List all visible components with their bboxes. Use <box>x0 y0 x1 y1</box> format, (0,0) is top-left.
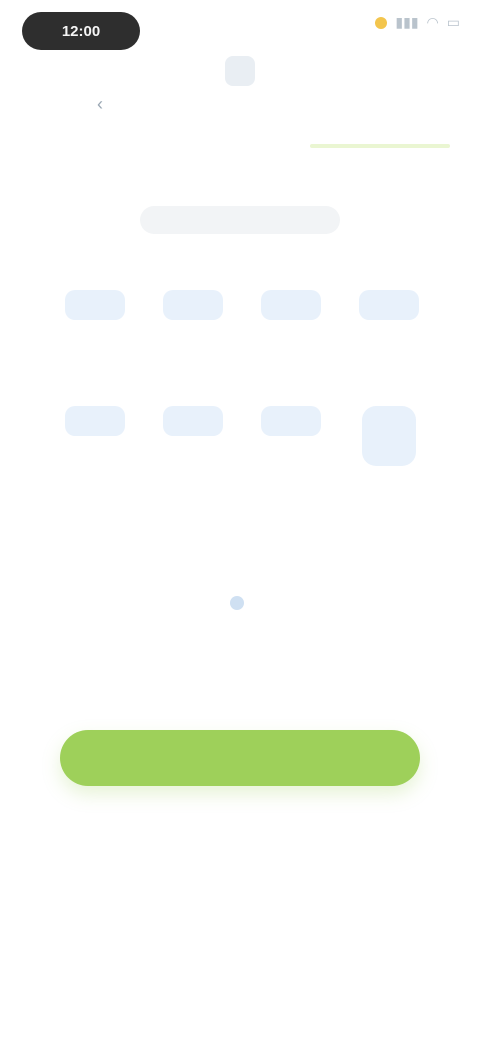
option-card[interactable] <box>144 270 242 368</box>
option-card[interactable] <box>340 270 438 368</box>
option-card[interactable] <box>242 386 340 484</box>
status-icons: ▮▮▮ ◠ ▭ <box>375 14 460 31</box>
header-center <box>190 56 290 136</box>
page-title <box>140 206 340 234</box>
header-app-icon <box>225 56 255 86</box>
option-card-value <box>362 406 416 466</box>
info-icon <box>230 596 244 610</box>
option-card-value <box>261 290 321 320</box>
option-card[interactable] <box>144 386 242 484</box>
status-time: 12:00 <box>61 22 101 40</box>
option-card-value <box>65 290 125 320</box>
header-underline <box>310 144 450 148</box>
hint-text <box>160 528 320 546</box>
option-card[interactable] <box>242 270 340 368</box>
screen: 12:00 ▮▮▮ ◠ ▭ ‹ <box>0 0 480 1040</box>
option-card-value <box>163 290 223 320</box>
status-time-pill: 12:00 <box>22 12 140 50</box>
option-card-value <box>163 406 223 436</box>
status-indicator-dot <box>375 16 388 29</box>
header: ‹ <box>0 56 480 166</box>
back-button[interactable]: ‹ <box>70 84 130 124</box>
secondary-link[interactable] <box>178 590 302 616</box>
option-card[interactable] <box>340 386 438 484</box>
primary-button[interactable] <box>60 730 420 786</box>
option-card[interactable] <box>46 386 144 484</box>
option-card[interactable] <box>46 270 144 368</box>
option-card-value <box>359 290 419 320</box>
back-arrow-icon: ‹ <box>97 93 103 114</box>
wifi-icon: ◠ <box>426 14 439 30</box>
option-card-value <box>261 406 321 436</box>
signal-icon: ▮▮▮ <box>395 14 419 30</box>
battery-icon: ▭ <box>446 14 460 30</box>
option-card-value <box>65 406 125 436</box>
option-grid <box>46 270 438 484</box>
